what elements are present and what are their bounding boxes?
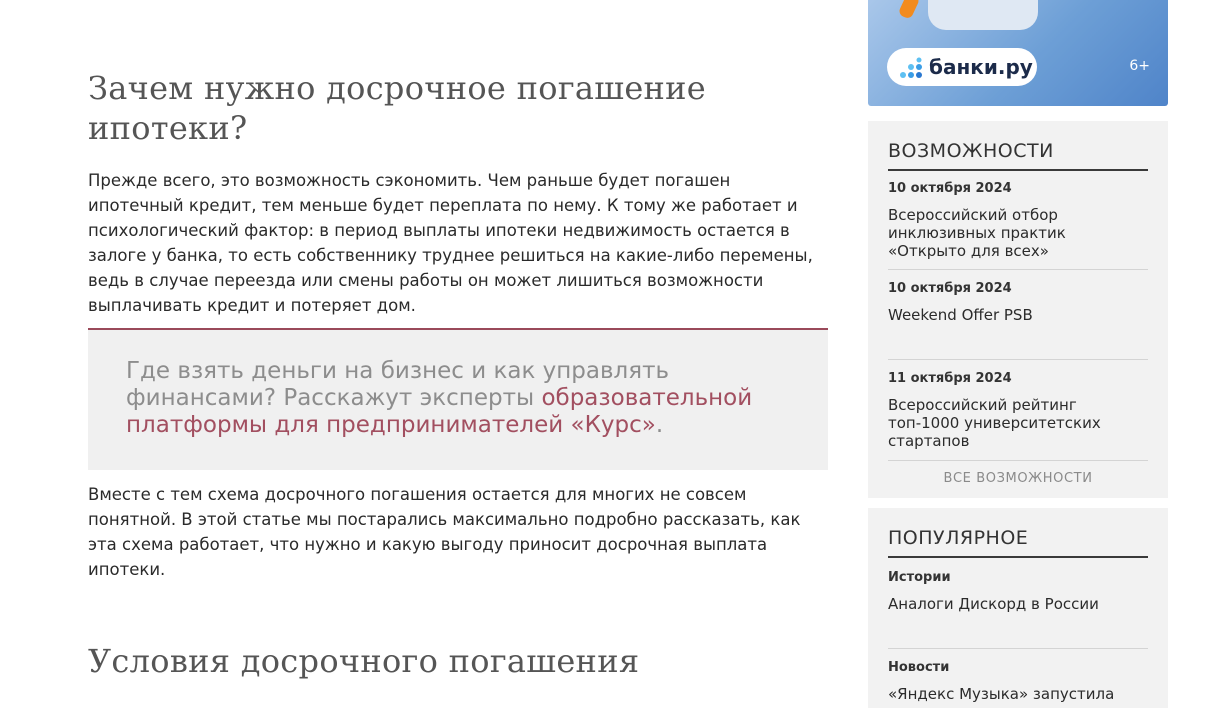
popular-category: Новости [888, 660, 950, 675]
popular-item-title[interactable]: Аналоги Дискорд в России [888, 595, 1148, 613]
opportunity-item[interactable]: 10 октября 2024 Weekend Offer PSB [888, 280, 1148, 324]
opportunity-date: 11 октября 2024 [888, 371, 1012, 386]
divider [888, 359, 1148, 360]
divider [888, 269, 1148, 270]
opportunity-date: 10 октября 2024 [888, 181, 1012, 196]
callout-text: Где взять деньги на бизнес и как управля… [126, 358, 796, 439]
divider [888, 648, 1148, 649]
callout-end: . [655, 412, 664, 438]
opportunity-title[interactable]: Всероссийский рейтинг топ-1000 университ… [888, 396, 1108, 450]
popular-item-title[interactable]: «Яндекс Музыка» запустила [888, 685, 1148, 703]
section-heading: Зачем нужно досрочное погашение ипотеки? [88, 69, 707, 147]
ad-age-rating: 6+ [1129, 58, 1150, 74]
opportunity-date: 10 октября 2024 [888, 281, 1012, 296]
popular-item[interactable]: Новости «Яндекс Музыка» запустила [888, 659, 1148, 703]
banki-logo-icon [900, 57, 922, 78]
all-opportunities-link[interactable]: ВСЕ ВОЗМОЖНОСТИ [888, 471, 1148, 486]
opportunity-item[interactable]: 10 октября 2024 Всероссийский отбор инкл… [888, 180, 1148, 260]
opportunities-widget: ВОЗМОЖНОСТИ 10 октября 2024 Всероссийски… [868, 121, 1168, 498]
divider [888, 460, 1148, 461]
article-paragraph: Прежде всего, это возможность сэкономить… [88, 171, 813, 315]
popular-category: Истории [888, 570, 951, 585]
callout-block: Где взять деньги на бизнес и как управля… [88, 328, 828, 470]
article-paragraph: Вместе с тем схема досрочного погашения … [88, 485, 801, 579]
ad-phone-graphic [928, 0, 1038, 30]
ad-logo-pill: банки.ру [887, 48, 1037, 86]
opportunity-title[interactable]: Всероссийский отбор инклюзивных практик … [888, 206, 1108, 260]
opportunity-title[interactable]: Weekend Offer PSB [888, 306, 1108, 324]
popular-item[interactable]: Истории Аналоги Дискорд в России [888, 569, 1148, 613]
banki-ru-ad-banner[interactable]: банки.ру 6+ [868, 0, 1168, 106]
ad-logo-text: банки.ру [929, 55, 1033, 79]
ad-accent-shape [897, 0, 921, 20]
opportunity-item[interactable]: 11 октября 2024 Всероссийский рейтинг то… [888, 370, 1148, 450]
popular-widget: ПОПУЛЯРНОЕ Истории Аналоги Дискорд в Рос… [868, 508, 1168, 708]
popular-title: ПОПУЛЯРНОЕ [888, 526, 1148, 558]
opportunities-title: ВОЗМОЖНОСТИ [888, 139, 1148, 171]
section-heading: Условия досрочного погашения [88, 642, 640, 680]
